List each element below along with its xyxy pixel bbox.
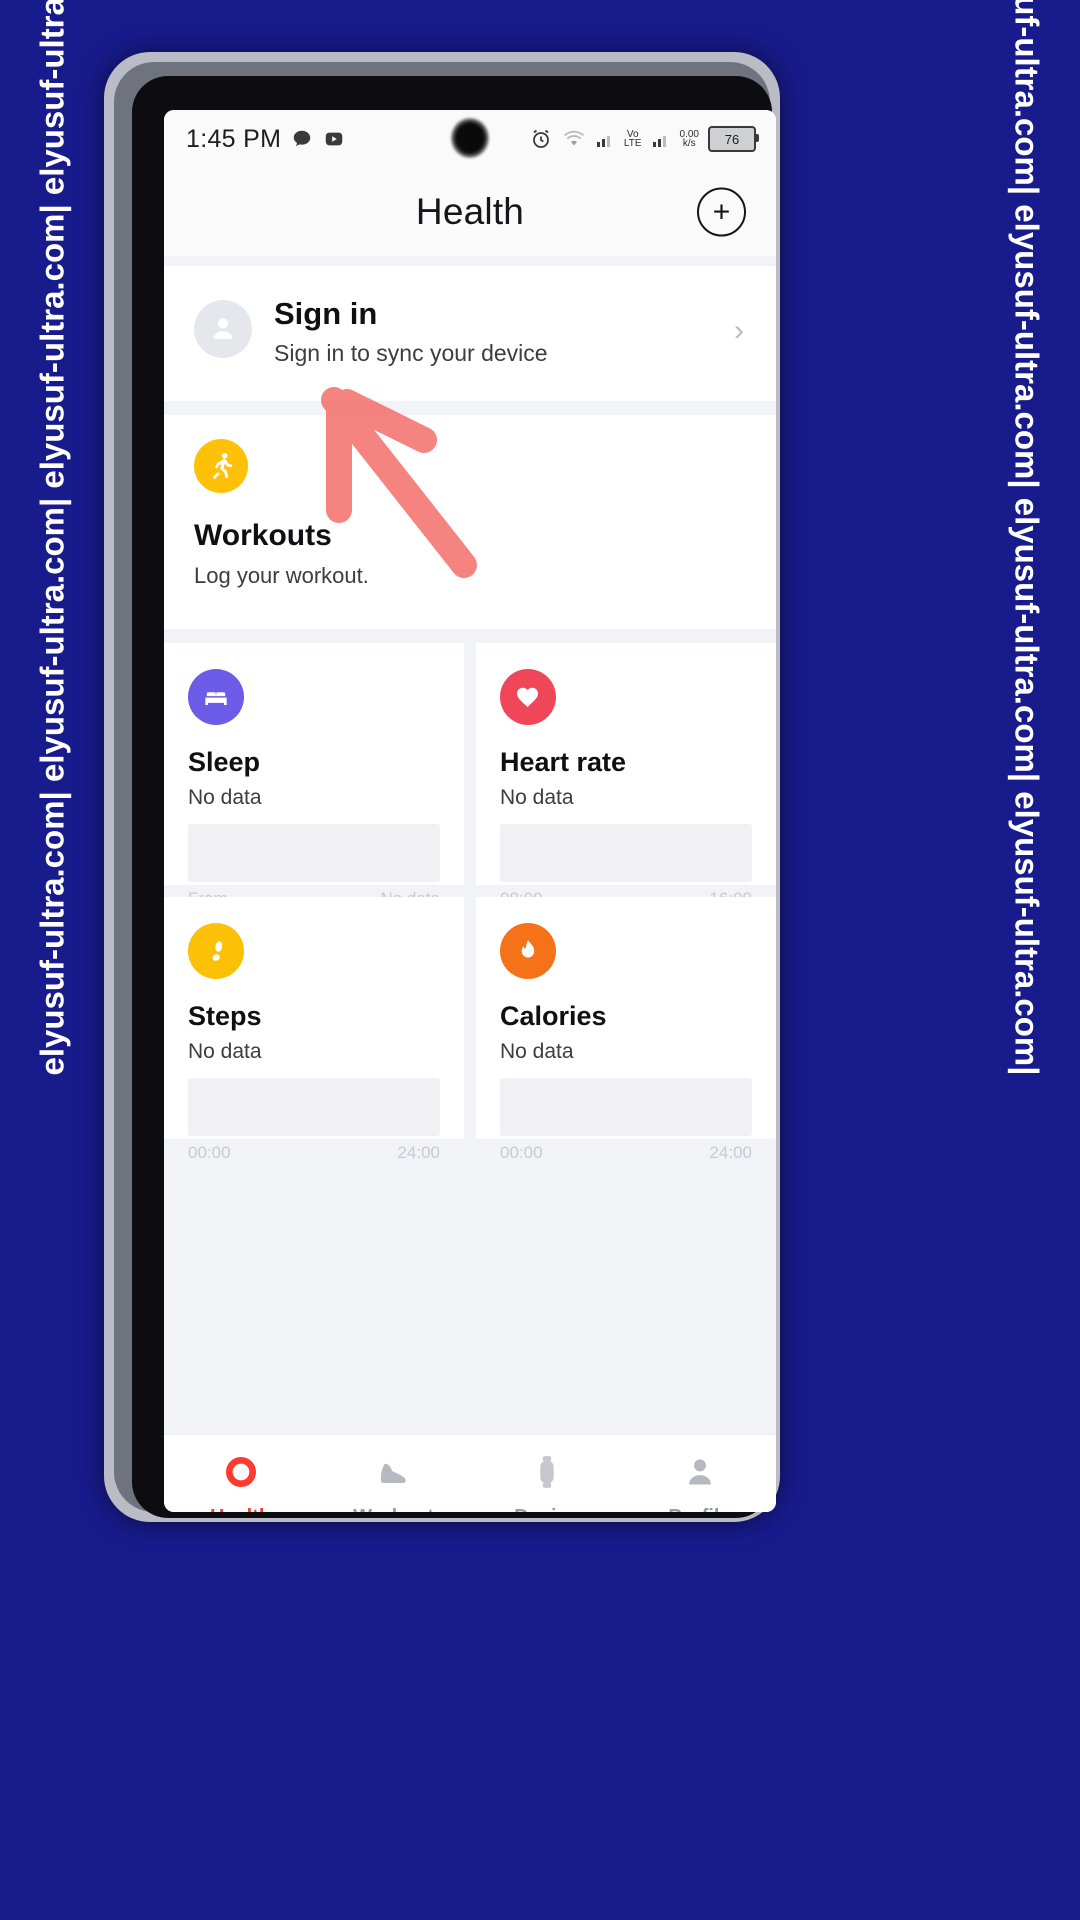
metric-grid: Sleep No data From No data [164,642,776,1162]
metric-axis: 00:00 24:00 [188,1143,440,1163]
alarm-icon [529,127,553,151]
data-rate-unit: k/s [682,138,696,149]
workouts-subtitle: Log your workout. [194,562,369,588]
bed-icon [188,668,244,725]
tab-label: Workout [353,1506,434,1513]
metric-chart [500,823,752,882]
tab-workout[interactable]: Workout [317,1452,470,1513]
phone-screen: 1:45 PM Vo LTE 0.00 k/s 76 Health + Sign… [164,110,776,1512]
metric-card-heart-rate[interactable]: Heart rate No data 08:00 16:00 [476,642,776,908]
signin-text-block: Sign in Sign in to sync your device [274,296,712,367]
volte-icon: Vo LTE [623,130,642,149]
axis-end: 24:00 [709,1142,752,1162]
status-bar-left: 1:45 PM [186,125,345,154]
tab-label: Profile [668,1506,730,1513]
youtube-icon [323,128,345,150]
metric-title: Calories [500,1000,607,1031]
add-button[interactable]: + [697,187,746,237]
bottom-tab-bar: Health Workout Device [164,1434,776,1512]
chevron-right-icon: › [734,314,744,348]
watermark-left: elyusuf-ultra.com| elyusuf-ultra.com| el… [0,0,106,1920]
axis-start: 00:00 [500,1142,543,1162]
phone-frame: 1:45 PM Vo LTE 0.00 k/s 76 Health + Sign… [104,52,780,1522]
metric-chart [188,823,440,882]
signin-card[interactable]: Sign in Sign in to sync your device › [164,266,776,401]
tab-health[interactable]: Health [164,1452,317,1513]
workouts-title: Workouts [194,518,332,552]
flame-icon [500,922,556,979]
signin-title: Sign in [274,296,378,331]
signal-bars-2-icon [651,129,671,149]
tab-device[interactable]: Device [470,1452,623,1513]
camera-punch-hole [451,118,489,158]
metric-title: Sleep [188,746,261,777]
battery-indicator: 76 [708,126,759,152]
metric-chart [500,1077,752,1136]
page-title: Health [415,191,525,232]
footprint-icon [188,922,244,979]
tab-profile[interactable]: Profile [623,1452,776,1513]
app-bar: Health + [164,168,776,256]
heart-icon [500,668,556,725]
metric-card-sleep[interactable]: Sleep No data From No data [164,642,464,908]
health-ring-icon [221,1452,261,1497]
battery-level: 76 [724,131,740,147]
profile-icon [680,1452,720,1497]
status-bar: 1:45 PM Vo LTE 0.00 k/s 76 [164,110,776,168]
main-content: Sign in Sign in to sync your device › Wo… [164,256,776,1434]
metric-card-steps[interactable]: Steps No data 00:00 24:00 [164,896,464,1162]
metric-title: Heart rate [500,746,627,777]
signin-subtitle: Sign in to sync your device [274,339,548,366]
metric-value: No data [500,1039,574,1063]
wifi-icon [562,127,586,151]
watch-icon [527,1452,567,1497]
volte-bottom: LTE [623,138,642,149]
phone-bezel: 1:45 PM Vo LTE 0.00 k/s 76 Health + Sign… [132,76,776,1518]
status-time: 1:45 PM [186,124,282,153]
person-avatar-icon [194,300,252,358]
metric-value: No data [188,1039,262,1063]
data-rate-indicator: 0.00 k/s [680,130,699,149]
tab-label: Health [210,1506,271,1513]
metric-value: No data [500,785,574,809]
metric-axis: 00:00 24:00 [500,1143,752,1163]
watermark-right: elyusuf-ultra.com| elyusuf-ultra.com| el… [974,0,1080,1920]
status-bar-right: Vo LTE 0.00 k/s 76 [529,110,759,168]
signal-bars-icon [595,129,615,149]
tab-label: Device [514,1506,579,1513]
chat-bubble-icon [291,128,313,150]
axis-start: 00:00 [188,1142,231,1162]
axis-end: 24:00 [397,1142,440,1162]
metric-chart [188,1077,440,1136]
plus-circle-icon: + [712,195,731,228]
phone-midframe: 1:45 PM Vo LTE 0.00 k/s 76 Health + Sign… [114,62,776,1518]
workouts-card[interactable]: Workouts Log your workout. [164,414,776,629]
shoe-icon [374,1452,414,1497]
metric-value: No data [188,785,262,809]
metric-title: Steps [188,1000,262,1031]
watermark-text: elyusuf-ultra.com| elyusuf-ultra.com| el… [34,0,71,1076]
running-person-icon [194,438,248,493]
watermark-text: elyusuf-ultra.com| elyusuf-ultra.com| el… [1009,0,1046,1076]
metric-card-calories[interactable]: Calories No data 00:00 24:00 [476,896,776,1162]
